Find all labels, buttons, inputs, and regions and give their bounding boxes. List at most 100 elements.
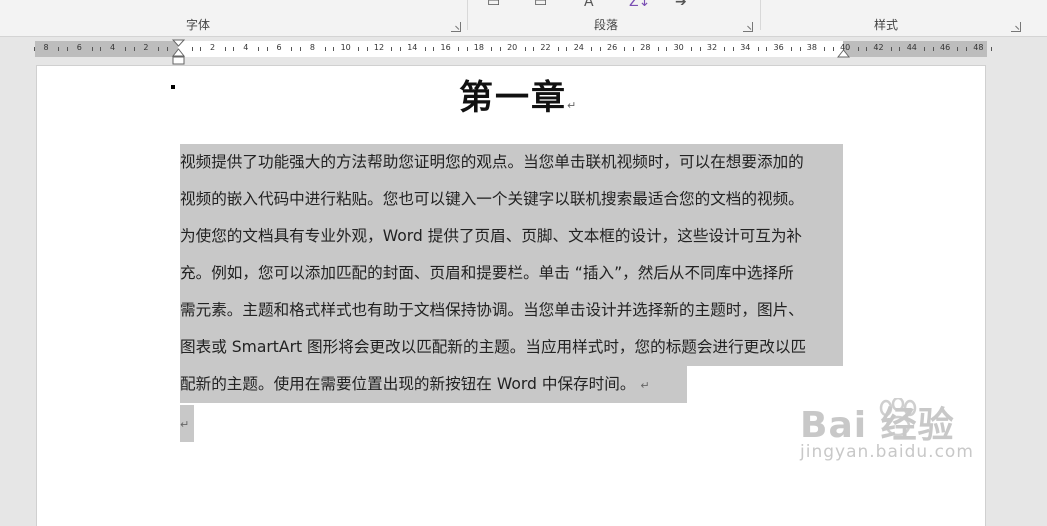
selected-text-line[interactable]: 视频的嵌入代码中进行粘贴。您也可以键入一个关键字以联机搜索最适合您的文档的视频。 bbox=[180, 181, 843, 218]
group-divider bbox=[760, 0, 761, 30]
ruler-tick bbox=[200, 47, 202, 51]
ruler-tick bbox=[91, 47, 93, 51]
font-group-label: 字体 bbox=[186, 18, 211, 32]
watermark-brand: Bai 经验 bbox=[800, 405, 955, 446]
line-text: 配新的主题。使用在需要位置出现的新按钮在 Word 中保存时间。 bbox=[180, 375, 636, 393]
ruler-tick bbox=[58, 47, 60, 51]
ruler-tick bbox=[890, 47, 892, 51]
baidu-watermark: Bai 经验 jingyan.baidu.com bbox=[800, 396, 974, 462]
selected-text-line[interactable]: 视频提供了功能强大的方法帮助您证明您的观点。当您单击联机视频时，可以在想要添加的 bbox=[180, 144, 843, 181]
paragraph-dialog-launcher-icon[interactable] bbox=[743, 22, 753, 32]
ruler-tick bbox=[724, 47, 726, 51]
ruler-tick bbox=[533, 47, 535, 51]
ruler-tick-label: 4 bbox=[243, 43, 249, 52]
ruler-tick bbox=[233, 47, 235, 51]
ruler-tick-label: 24 bbox=[573, 43, 584, 52]
ruler-tick bbox=[624, 47, 626, 51]
ruler-tick bbox=[566, 47, 568, 51]
ruler-tick bbox=[191, 47, 193, 51]
ruler-tick-label: 12 bbox=[373, 43, 385, 52]
empty-selected-line[interactable]: ↵ bbox=[180, 405, 194, 442]
ruler-tick bbox=[599, 47, 601, 51]
ruler-left-margin bbox=[35, 41, 178, 57]
ruler-tick bbox=[499, 47, 501, 51]
ruler-tick bbox=[857, 47, 859, 51]
ruler-tick bbox=[100, 47, 102, 51]
ruler-tick-label: 6 bbox=[276, 43, 282, 52]
paragraph-return-icon: ↵ bbox=[640, 379, 650, 392]
ruler-tick bbox=[524, 47, 526, 51]
ruler-tick bbox=[33, 47, 35, 51]
selected-text-line[interactable]: 需元素。主题和格式样式也有助于文档保持协调。当您单击设计并选择新的主题时，图片、 bbox=[180, 292, 843, 329]
ruler-tick-label: 42 bbox=[873, 43, 884, 52]
ruler-tick-label: 22 bbox=[540, 43, 551, 52]
ruler-tick bbox=[899, 47, 901, 51]
ruler-tick bbox=[766, 47, 768, 51]
ruler-tick bbox=[757, 47, 759, 51]
ruler-tick bbox=[124, 47, 126, 51]
ruler-tick bbox=[591, 47, 593, 51]
ruler-tick-label: 48 bbox=[973, 43, 984, 52]
ruler-tick bbox=[466, 47, 468, 51]
ruler-tick bbox=[932, 47, 934, 51]
line-text: 图表或 SmartArt 图形将会更改以匹配新的主题。当应用样式时，您的标题会进… bbox=[180, 338, 807, 356]
ruler-tick bbox=[324, 47, 326, 51]
ruler-tick-label: 46 bbox=[940, 43, 951, 52]
ruler-tick-label: 44 bbox=[906, 43, 917, 52]
styles-dialog-launcher-icon[interactable] bbox=[1011, 22, 1021, 32]
shading-icon[interactable]: ▭ bbox=[534, 0, 547, 10]
paragraph-anchor-icon bbox=[171, 85, 175, 89]
ruler-tick-label: 18 bbox=[473, 43, 484, 52]
ruler-tick-label: 2 bbox=[209, 43, 216, 52]
line-text: 视频提供了功能强大的方法帮助您证明您的观点。当您单击联机视频时，可以在想要添加的 bbox=[180, 153, 804, 171]
ruler-tick-label: 28 bbox=[640, 43, 651, 52]
ruler-tick bbox=[824, 47, 826, 51]
show-marks-icon[interactable]: ➔ bbox=[675, 0, 687, 10]
border-icon[interactable]: ▭ bbox=[487, 0, 500, 10]
ruler-tick bbox=[699, 47, 701, 51]
chapter-heading[interactable]: 第一章↵ bbox=[459, 70, 578, 119]
ruler-tick bbox=[258, 47, 260, 51]
ruler-tick bbox=[166, 47, 168, 51]
ruler-tick bbox=[424, 47, 426, 51]
watermark-url: jingyan.baidu.com bbox=[800, 442, 974, 462]
line-text: 需元素。主题和格式样式也有助于文档保持协调。当您单击设计并选择新的主题时，图片、 bbox=[180, 301, 804, 319]
ruler-tick-label: 34 bbox=[740, 43, 751, 52]
ruler-tick bbox=[866, 47, 868, 51]
ruler-tick bbox=[691, 47, 693, 51]
selected-text-line[interactable]: 配新的主题。使用在需要位置出现的新按钮在 Word 中保存时间。 ↵ bbox=[180, 366, 687, 403]
ruler-tick bbox=[666, 47, 668, 51]
line-text: 视频的嵌入代码中进行粘贴。您也可以键入一个关键字以联机搜索最适合您的文档的视频。 bbox=[180, 190, 804, 208]
ruler-tick-label: 8 bbox=[43, 43, 49, 52]
ruler-tick bbox=[300, 47, 302, 51]
sort-icon[interactable]: Z↓ bbox=[629, 0, 650, 10]
paragraph-return-icon: ↵ bbox=[567, 99, 579, 112]
font-color-icon[interactable]: A bbox=[584, 0, 594, 10]
heading-text: 第一章 bbox=[459, 78, 567, 118]
group-divider bbox=[467, 0, 468, 30]
indent-marker-icon[interactable] bbox=[172, 39, 185, 66]
ruler-tick-label: 16 bbox=[440, 43, 451, 52]
ruler-tick bbox=[491, 47, 493, 51]
selected-text-line[interactable]: 充。例如，您可以添加匹配的封面、页眉和提要栏。单击 “插入”，然后从不同库中选择… bbox=[180, 255, 843, 292]
ruler-tick bbox=[657, 47, 659, 51]
paragraph-group-label: 段落 bbox=[594, 18, 619, 32]
ruler-tick bbox=[66, 47, 68, 51]
ruler-tick-label: 6 bbox=[76, 43, 82, 52]
selected-text-line[interactable]: 为使您的文档具有专业外观，Word 提供了页眉、页脚、文本框的设计，这些设计可互… bbox=[180, 218, 843, 255]
selected-text-line[interactable]: 图表或 SmartArt 图形将会更改以匹配新的主题。当应用样式时，您的标题会进… bbox=[180, 329, 843, 366]
ruler-tick bbox=[224, 47, 226, 51]
font-dialog-launcher-icon[interactable] bbox=[451, 22, 461, 32]
ruler-tick bbox=[133, 47, 135, 51]
ruler-tick bbox=[924, 47, 926, 51]
ruler-tick bbox=[557, 47, 559, 51]
ruler-tick bbox=[990, 47, 992, 51]
ruler-tick bbox=[633, 47, 635, 51]
ruler-tick bbox=[391, 47, 393, 51]
ruler-tick bbox=[966, 47, 968, 51]
ruler-tick-label: 30 bbox=[673, 43, 684, 52]
styles-group-label: 样式 bbox=[874, 18, 899, 32]
right-indent-marker-icon[interactable] bbox=[837, 49, 850, 59]
ruler-tick bbox=[366, 47, 368, 51]
ribbon: ▭ ▭ A Z↓ ➔ 字体 段落 样式 bbox=[0, 0, 1047, 37]
